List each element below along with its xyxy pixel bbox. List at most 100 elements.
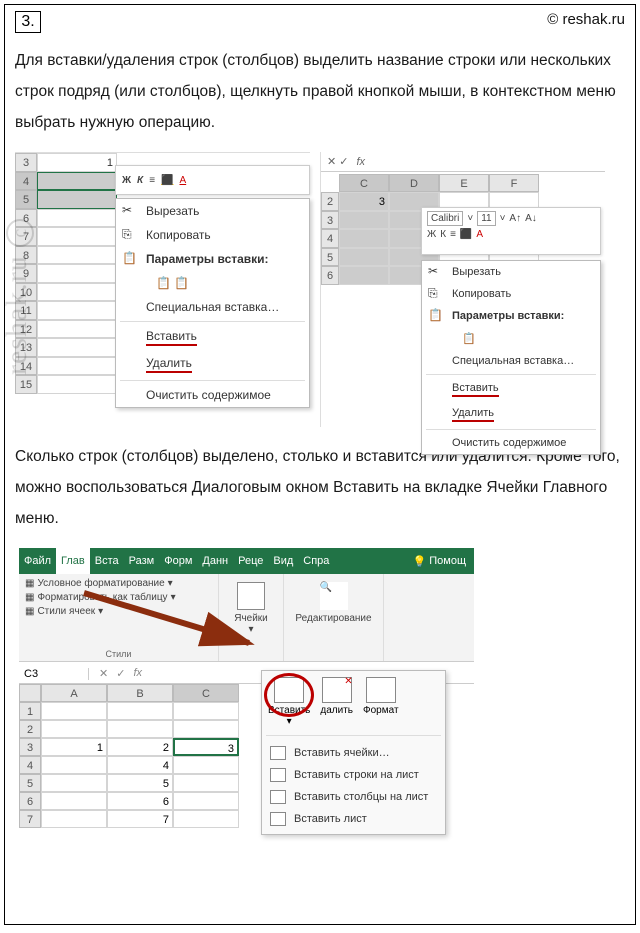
- insert-rows-item[interactable]: Вставить строки на лист: [262, 764, 445, 786]
- align-icon[interactable]: ≡: [450, 229, 456, 240]
- cell[interactable]: [173, 792, 239, 810]
- mini-toolbar[interactable]: Calibri˅ 11˅ A↑A↓ Ж К ≡ ⬛ А: [421, 207, 601, 255]
- delete-dropdown-button[interactable]: ✕далить: [320, 677, 353, 716]
- col-header[interactable]: F: [489, 174, 539, 192]
- cell[interactable]: [173, 756, 239, 774]
- cell[interactable]: [173, 774, 239, 792]
- bold-button[interactable]: Ж: [122, 175, 131, 186]
- cell[interactable]: 5: [107, 774, 173, 792]
- row-header[interactable]: 3: [15, 153, 37, 172]
- cell[interactable]: [173, 720, 239, 738]
- cell[interactable]: [41, 720, 107, 738]
- cell-selected[interactable]: [37, 190, 117, 209]
- formula-bar[interactable]: ✕ ✓fx: [321, 152, 605, 172]
- cell-selected[interactable]: [37, 172, 117, 191]
- tab-formulas[interactable]: Форм: [159, 548, 197, 574]
- row-header[interactable]: 6: [19, 792, 41, 810]
- cond-format-button[interactable]: ▦Условное форматирование ▾: [25, 578, 212, 589]
- row-header[interactable]: 3: [321, 211, 339, 230]
- cell[interactable]: [37, 357, 117, 376]
- cell[interactable]: 1: [37, 153, 117, 172]
- ctx-clear[interactable]: Очистить содержимое: [422, 432, 600, 454]
- ctx-insert[interactable]: Вставить: [116, 324, 309, 351]
- tell-me[interactable]: 💡Помощ: [405, 555, 474, 568]
- ctx-paste-icons[interactable]: 📋 📋: [116, 271, 309, 295]
- row-header-selected[interactable]: 4: [15, 172, 37, 191]
- editing-button[interactable]: 🔍 Редактирование: [290, 578, 377, 628]
- cell[interactable]: [41, 774, 107, 792]
- cell[interactable]: [41, 702, 107, 720]
- chevron-down-icon[interactable]: ˅: [500, 213, 506, 224]
- col-header-selected[interactable]: D: [389, 174, 439, 192]
- font-dropdown[interactable]: Calibri: [427, 211, 463, 226]
- col-header[interactable]: C: [173, 684, 239, 702]
- cell[interactable]: 4: [107, 756, 173, 774]
- ctx-clear[interactable]: Очистить содержимое: [116, 383, 309, 407]
- tab-view[interactable]: Вид: [268, 548, 298, 574]
- fill-color-icon[interactable]: ⬛: [161, 175, 173, 186]
- insert-dropdown-button[interactable]: Вставить▾: [268, 677, 310, 727]
- col-header[interactable]: B: [107, 684, 173, 702]
- col-header-selected[interactable]: C: [339, 174, 389, 192]
- cell[interactable]: [37, 209, 117, 228]
- col-header[interactable]: E: [439, 174, 489, 192]
- ctx-paste-special[interactable]: Специальная вставка…: [422, 350, 600, 372]
- cell[interactable]: [37, 283, 117, 302]
- cell[interactable]: [37, 375, 117, 394]
- select-all-corner[interactable]: [19, 684, 41, 702]
- cell[interactable]: [37, 338, 117, 357]
- cancel-icon[interactable]: ✕: [99, 667, 108, 680]
- cell[interactable]: [37, 301, 117, 320]
- fx-icon[interactable]: fx: [349, 156, 366, 168]
- paste-icon[interactable]: 📋: [462, 332, 476, 345]
- ctx-paste-special[interactable]: Специальная вставка…: [116, 295, 309, 319]
- cell[interactable]: [41, 810, 107, 828]
- insert-cells-item[interactable]: Вставить ячейки…: [262, 742, 445, 764]
- row-header[interactable]: 2: [321, 192, 339, 211]
- paste-icon[interactable]: 📋: [156, 276, 171, 290]
- row-header[interactable]: 4: [19, 756, 41, 774]
- decrease-font-icon[interactable]: A↓: [525, 213, 537, 224]
- tab-layout[interactable]: Разм: [124, 548, 160, 574]
- tab-file[interactable]: Файл: [19, 548, 56, 574]
- format-dropdown-button[interactable]: Формат: [363, 677, 399, 716]
- row-header[interactable]: 15: [15, 375, 37, 394]
- ctx-copy[interactable]: ⎘Копировать: [422, 283, 600, 305]
- ctx-cut[interactable]: ✂Вырезать: [116, 199, 309, 223]
- row-header[interactable]: 2: [19, 720, 41, 738]
- cell[interactable]: 6: [107, 792, 173, 810]
- cell[interactable]: [37, 246, 117, 265]
- tab-insert[interactable]: Вста: [90, 548, 124, 574]
- cell[interactable]: [107, 720, 173, 738]
- cell[interactable]: [37, 227, 117, 246]
- cell[interactable]: [37, 264, 117, 283]
- mini-toolbar[interactable]: Ж К ≡ ⬛ А: [115, 165, 310, 195]
- cell[interactable]: [173, 810, 239, 828]
- row-header[interactable]: 7: [19, 810, 41, 828]
- cell[interactable]: [41, 756, 107, 774]
- cell-selected[interactable]: 3: [339, 192, 389, 211]
- cell-selected[interactable]: [339, 266, 389, 285]
- ctx-cut[interactable]: ✂Вырезать: [422, 261, 600, 283]
- cell-selected[interactable]: [339, 211, 389, 230]
- enter-icon[interactable]: ✓: [116, 667, 125, 680]
- cell-selected[interactable]: [339, 248, 389, 267]
- ctx-insert[interactable]: Вставить: [422, 377, 600, 402]
- name-box[interactable]: C3: [19, 668, 89, 680]
- tab-home[interactable]: Глав: [56, 548, 90, 574]
- cell-styles-button[interactable]: ▦Стили ячеек ▾: [25, 606, 212, 617]
- cell[interactable]: 1: [41, 738, 107, 756]
- cell[interactable]: 2: [107, 738, 173, 756]
- fill-color-icon[interactable]: ⬛: [460, 229, 472, 240]
- cell-selected[interactable]: [339, 229, 389, 248]
- font-color-icon[interactable]: А: [476, 229, 483, 240]
- chevron-down-icon[interactable]: ˅: [467, 213, 473, 224]
- ctx-paste-icons[interactable]: 📋: [422, 327, 600, 350]
- format-table-button[interactable]: ▦Форматировать как таблицу ▾: [25, 592, 212, 603]
- bold-button[interactable]: Ж: [427, 229, 436, 240]
- italic-button[interactable]: К: [440, 229, 446, 240]
- ctx-copy[interactable]: ⎘Копировать: [116, 223, 309, 247]
- row-header[interactable]: 6: [321, 266, 339, 285]
- cell[interactable]: [37, 320, 117, 339]
- tab-help[interactable]: Спра: [298, 548, 334, 574]
